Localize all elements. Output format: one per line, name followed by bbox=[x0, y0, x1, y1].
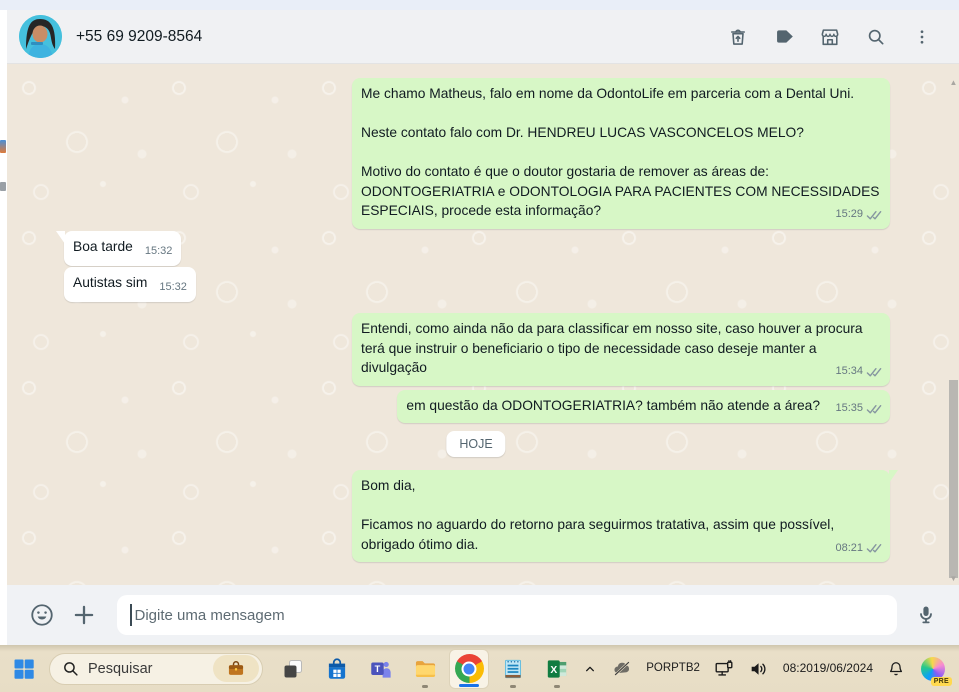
excel-icon[interactable]: X bbox=[537, 649, 577, 689]
tray-time: 08:20 bbox=[782, 661, 813, 675]
briefcase-icon bbox=[228, 660, 244, 675]
message-meta: 15:29 bbox=[835, 205, 883, 225]
avatar-image bbox=[19, 15, 62, 58]
chat-list-edge bbox=[0, 10, 7, 645]
file-explorer-icon[interactable] bbox=[405, 649, 445, 689]
incoming-message[interactable]: Autistas sim 15:32 bbox=[64, 267, 196, 302]
network-icon[interactable] bbox=[713, 658, 735, 680]
delete-icon[interactable] bbox=[727, 26, 749, 48]
scrollbar-thumb[interactable] bbox=[949, 380, 958, 578]
kebab-menu-icon[interactable] bbox=[911, 26, 933, 48]
message-time: 08:21 bbox=[835, 541, 863, 554]
plus-icon[interactable] bbox=[69, 600, 99, 630]
search-label: Pesquisar bbox=[88, 660, 153, 677]
incoming-message[interactable]: Boa tarde 15:32 bbox=[55, 231, 182, 266]
message-time: 15:32 bbox=[159, 281, 187, 293]
search-highlight-badge[interactable] bbox=[213, 655, 259, 682]
clock[interactable]: 08:20 19/06/2024 bbox=[783, 661, 873, 676]
message-text: Bom dia, Ficamos no aguardo do retorno p… bbox=[361, 478, 835, 552]
message-time: 15:35 bbox=[835, 402, 863, 414]
contact-avatar[interactable] bbox=[19, 15, 62, 58]
outgoing-message[interactable]: Me chamo Matheus, falo em nome da Odonto… bbox=[352, 78, 890, 229]
windows-taskbar: Pesquisar T X POR PTB2 08:20 19/06/2024 … bbox=[0, 645, 959, 692]
taskbar-apps: T X bbox=[273, 648, 577, 689]
bell-icon[interactable] bbox=[886, 659, 906, 679]
message-text: Boa tarde bbox=[73, 239, 133, 254]
tray-date: 19/06/2024 bbox=[812, 661, 873, 675]
search-icon[interactable] bbox=[865, 26, 887, 48]
store-icon[interactable] bbox=[317, 649, 357, 689]
running-indicator bbox=[422, 684, 428, 688]
message-text: Me chamo Matheus, falo em nome da Odonto… bbox=[361, 86, 880, 218]
outgoing-message[interactable]: em questão da ODONTOGERIATRIA? também nã… bbox=[397, 390, 890, 423]
date-separator: HOJE bbox=[446, 431, 506, 457]
contact-phone-number[interactable]: +55 69 9209-8564 bbox=[76, 28, 202, 46]
chevron-up-icon[interactable] bbox=[582, 661, 598, 677]
scroll-up-arrow[interactable]: ▲ bbox=[949, 78, 958, 87]
message-list: Me chamo Matheus, falo em nome da Odonto… bbox=[7, 64, 959, 585]
double-check-icon bbox=[866, 367, 883, 378]
window-titlebar bbox=[0, 0, 959, 10]
input-placeholder: Digite uma mensagem bbox=[134, 606, 285, 624]
storefront-icon[interactable] bbox=[819, 26, 841, 48]
running-indicator bbox=[554, 684, 560, 688]
outgoing-message[interactable]: Entendi, como ainda não da para classifi… bbox=[352, 313, 890, 386]
svg-text:T: T bbox=[375, 664, 381, 674]
copilot-pre-badge: PRE bbox=[930, 676, 952, 686]
message-text: Autistas sim bbox=[73, 275, 148, 290]
message-meta: 15:34 bbox=[835, 362, 883, 382]
scroll-down-arrow[interactable]: ▼ bbox=[949, 574, 958, 583]
language-indicator[interactable]: POR PTB2 bbox=[646, 662, 700, 675]
emoji-icon[interactable] bbox=[27, 600, 57, 630]
start-icon[interactable] bbox=[7, 652, 41, 686]
outgoing-message[interactable]: Bom dia, Ficamos no aguardo do retorno p… bbox=[352, 470, 898, 562]
message-time: 15:29 bbox=[835, 208, 863, 220]
chat-header: +55 69 9209-8564 bbox=[7, 10, 959, 64]
active-indicator bbox=[459, 683, 479, 687]
double-check-icon bbox=[866, 404, 883, 415]
whatsapp-window: +55 69 9209-8564 Me chamo Matheus, falo … bbox=[0, 0, 959, 692]
svg-text:X: X bbox=[550, 664, 557, 675]
text-caret bbox=[130, 604, 132, 626]
search-icon bbox=[64, 662, 78, 676]
message-meta: 08:21 bbox=[835, 539, 883, 559]
language-line1: POR bbox=[646, 662, 672, 674]
double-check-icon bbox=[866, 210, 883, 221]
running-indicator bbox=[510, 684, 516, 688]
taskbar-search[interactable]: Pesquisar bbox=[49, 652, 263, 685]
chat-list-edge-fragment bbox=[0, 182, 6, 191]
volume-icon[interactable] bbox=[748, 658, 770, 680]
message-input[interactable]: Digite uma mensagem bbox=[117, 595, 897, 635]
copilot-icon[interactable]: PRE bbox=[919, 655, 952, 686]
onedrive-paused-icon[interactable] bbox=[611, 658, 633, 680]
teams-icon[interactable]: T bbox=[361, 649, 401, 689]
notepad-icon[interactable] bbox=[493, 649, 533, 689]
header-actions bbox=[727, 26, 959, 48]
task-view-icon[interactable] bbox=[273, 649, 313, 689]
message-time: 15:32 bbox=[144, 245, 173, 257]
chat-list-edge-fragment bbox=[0, 140, 6, 153]
message-meta: 15:35 bbox=[835, 399, 883, 419]
message-time: 15:34 bbox=[835, 365, 863, 377]
message-text: em questão da ODONTOGERIATRIA? também nã… bbox=[406, 398, 820, 413]
chrome-icon[interactable] bbox=[449, 648, 489, 689]
mic-icon[interactable] bbox=[911, 600, 941, 630]
message-composer: Digite uma mensagem bbox=[7, 585, 959, 645]
label-icon[interactable] bbox=[773, 26, 795, 48]
message-text: Entendi, como ainda não da para classifi… bbox=[361, 321, 863, 375]
language-line2: PTB2 bbox=[671, 662, 700, 674]
system-tray: POR PTB2 08:20 19/06/2024 PRE bbox=[582, 655, 959, 686]
double-check-icon bbox=[866, 543, 883, 554]
